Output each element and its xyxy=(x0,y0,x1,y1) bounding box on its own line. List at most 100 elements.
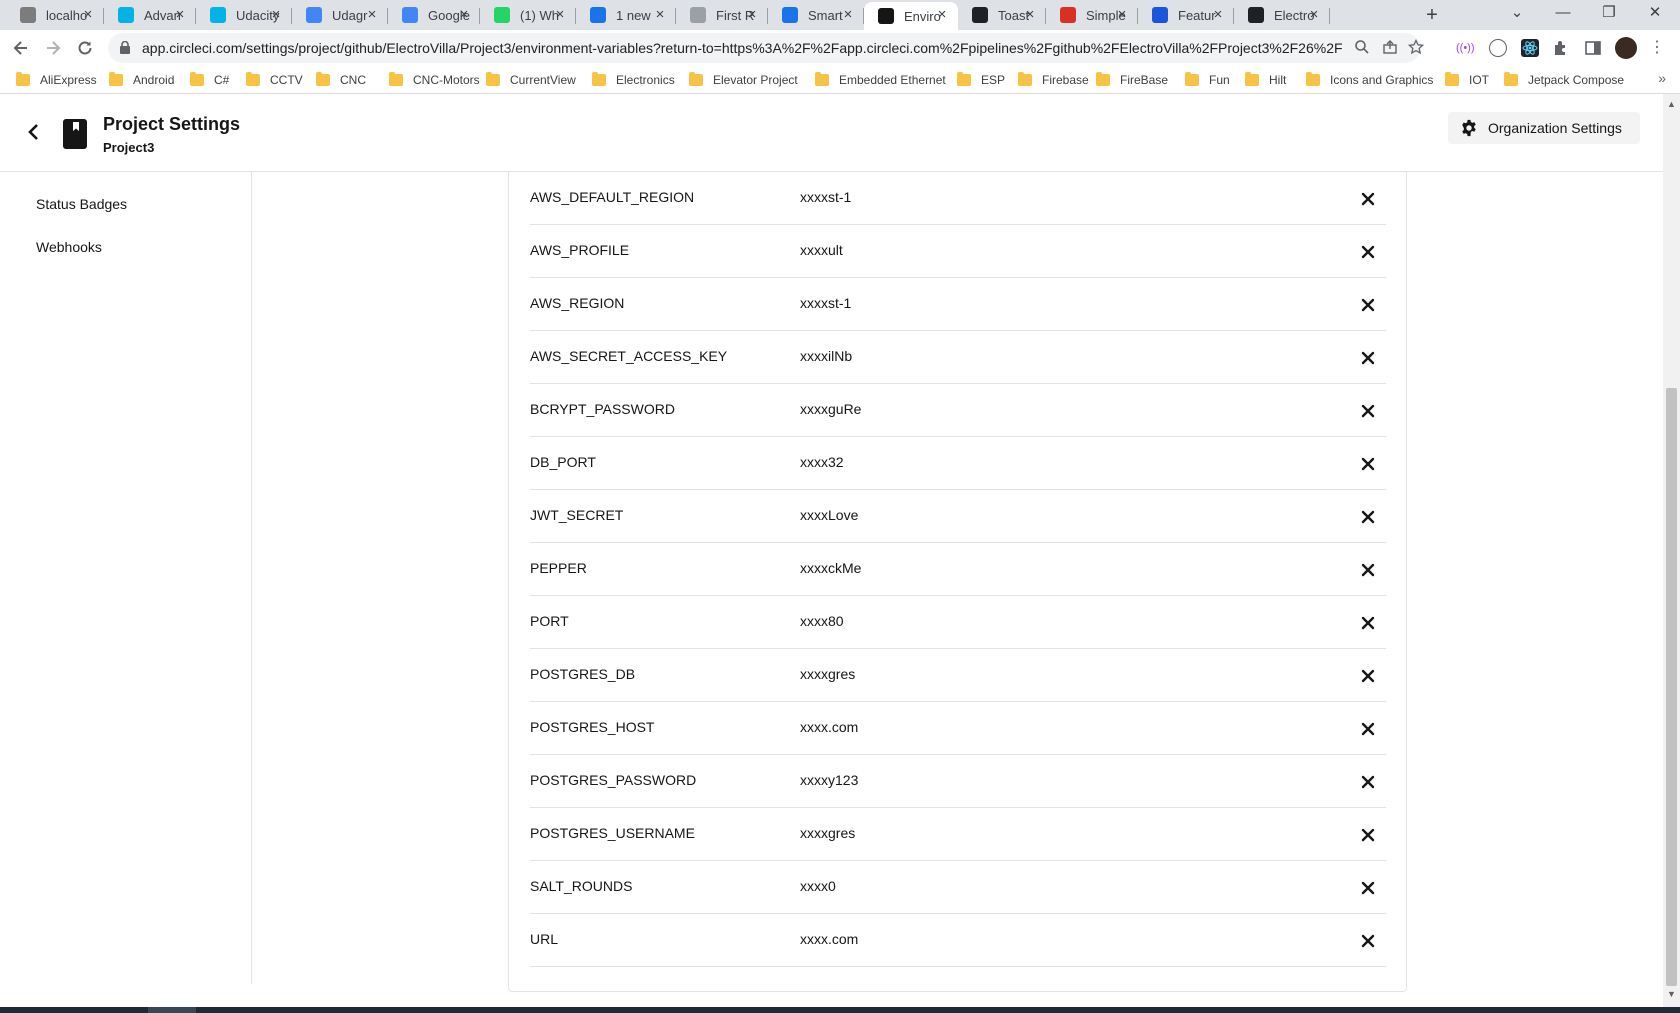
delete-icon[interactable] xyxy=(1358,772,1378,792)
browser-tab[interactable]: Udagr × xyxy=(292,2,388,28)
back-chevron-icon[interactable] xyxy=(22,120,46,144)
browser-tab[interactable]: Featur × xyxy=(1138,2,1234,28)
tab-close-icon[interactable]: × xyxy=(840,7,856,23)
browser-tab[interactable]: Toast × xyxy=(958,2,1046,28)
tab-close-icon[interactable]: × xyxy=(1022,7,1038,23)
tab-close-icon[interactable]: × xyxy=(268,7,284,23)
tab-close-icon[interactable]: × xyxy=(456,7,472,23)
organization-settings-button[interactable]: Organization Settings xyxy=(1448,112,1640,144)
page-title: Project Settings xyxy=(103,114,241,134)
bookmark-folder[interactable]: ESP xyxy=(957,71,1005,89)
delete-icon[interactable] xyxy=(1358,507,1378,527)
browser-tab[interactable]: Enviro × xyxy=(864,2,958,30)
bookmark-folder[interactable]: FireBase xyxy=(1096,71,1168,89)
tab-search-icon[interactable]: ⌄ xyxy=(1494,0,1540,30)
delete-icon[interactable] xyxy=(1358,189,1378,209)
tab-close-icon[interactable]: × xyxy=(652,7,668,23)
scrollbar-thumb[interactable] xyxy=(1666,388,1677,986)
delete-icon[interactable] xyxy=(1358,401,1378,421)
bookmark-star-icon[interactable] xyxy=(1406,38,1426,59)
delete-icon[interactable] xyxy=(1358,348,1378,368)
bookmark-folder[interactable]: IOT xyxy=(1445,71,1489,89)
tab-close-icon[interactable]: × xyxy=(744,7,760,23)
minimize-button[interactable]: — xyxy=(1540,0,1586,30)
chrome-web-icon xyxy=(306,7,322,23)
bookmark-folder[interactable]: Icons and Graphics xyxy=(1306,71,1433,89)
delete-icon[interactable] xyxy=(1358,666,1378,686)
env-var-value: xxxxst-1 xyxy=(800,189,852,205)
tab-close-icon[interactable]: × xyxy=(80,7,96,23)
tab-close-icon[interactable]: × xyxy=(172,7,188,23)
url-text[interactable]: app.circleci.com/settings/project/github… xyxy=(142,40,1342,56)
delete-icon[interactable] xyxy=(1358,613,1378,633)
bookmark-folder[interactable]: C# xyxy=(190,71,229,89)
avatar[interactable] xyxy=(1615,37,1637,59)
browser-tab[interactable]: Smart × xyxy=(768,2,864,28)
scroll-up-arrow-icon[interactable]: ▲ xyxy=(1663,98,1680,110)
bookmark-folder[interactable]: Firebase xyxy=(1018,71,1089,89)
tab-close-icon[interactable]: × xyxy=(934,7,950,23)
bookmarks-overflow-icon[interactable]: » xyxy=(1658,70,1666,86)
zoom-icon[interactable] xyxy=(1352,39,1372,59)
browser-tab[interactable]: Simple × xyxy=(1046,2,1138,28)
restore-button[interactable]: ❐ xyxy=(1586,0,1632,30)
delete-icon[interactable] xyxy=(1358,719,1378,739)
browser-tab[interactable]: (1) Wh × xyxy=(480,2,576,28)
delete-icon[interactable] xyxy=(1358,295,1378,315)
back-arrow-icon[interactable] xyxy=(8,35,34,61)
address-bar[interactable]: app.circleci.com/settings/project/github… xyxy=(108,33,1425,63)
delete-icon[interactable] xyxy=(1358,242,1378,262)
table-row: PORT xxxx80 xyxy=(530,596,1386,649)
tab-close-icon[interactable]: × xyxy=(1210,7,1226,23)
delete-icon[interactable] xyxy=(1358,931,1378,951)
taskbar-active-item xyxy=(148,1007,196,1013)
folder-icon xyxy=(1504,72,1518,86)
scroll-down-arrow-icon[interactable]: ▼ xyxy=(1663,988,1680,1000)
share-icon[interactable] xyxy=(1380,39,1400,59)
browser-tab[interactable]: Electro × xyxy=(1234,2,1330,28)
env-var-name: POSTGRES_HOST xyxy=(530,719,655,735)
browser-tab[interactable]: Advan × xyxy=(104,2,196,28)
tab-close-icon[interactable]: × xyxy=(552,7,568,23)
tab-close-icon[interactable]: × xyxy=(1114,7,1130,23)
sidebar-item-webhooks[interactable]: Webhooks xyxy=(36,239,102,255)
bookmark-folder[interactable]: Fun xyxy=(1185,71,1230,89)
bookmark-folder[interactable]: Hilt xyxy=(1245,71,1286,89)
browser-tab[interactable]: 1 new × xyxy=(576,2,676,28)
profile-extension-icon[interactable] xyxy=(1489,39,1507,57)
side-panel-icon[interactable] xyxy=(1584,39,1602,57)
delete-icon[interactable] xyxy=(1358,878,1378,898)
sidebar-item-status-badges[interactable]: Status Badges xyxy=(36,196,127,212)
bookmark-label: C# xyxy=(214,73,230,87)
table-row: AWS_REGION xxxxst-1 xyxy=(530,278,1386,331)
reload-icon[interactable] xyxy=(72,35,98,61)
bookmark-folder[interactable]: Embedded Ethernet xyxy=(815,71,946,89)
extensions-puzzle-icon[interactable] xyxy=(1552,39,1570,57)
bookmark-folder[interactable]: CNC xyxy=(316,71,366,89)
bookmark-folder[interactable]: CNC-Motors xyxy=(389,71,480,89)
bookmark-folder[interactable]: CCTV xyxy=(246,71,303,89)
browser-tab[interactable]: localho × xyxy=(6,2,104,28)
browser-tab[interactable]: Udacity × xyxy=(196,2,292,28)
browser-tab[interactable]: Google × xyxy=(388,2,480,28)
podcast-extension-icon[interactable]: ((•)) xyxy=(1456,39,1475,57)
browser-tab[interactable]: First R × xyxy=(676,2,768,28)
tab-close-icon[interactable]: × xyxy=(1306,7,1322,23)
bookmark-folder[interactable]: Electronics xyxy=(592,71,675,89)
table-row: SALT_ROUNDS xxxx0 xyxy=(530,861,1386,914)
browser-menu-icon[interactable]: ⋮ xyxy=(1648,39,1666,57)
bookmark-folder[interactable]: CurrentView xyxy=(486,71,576,89)
close-window-button[interactable]: ✕ xyxy=(1632,0,1678,30)
bookmark-folder[interactable]: Jetpack Compose xyxy=(1504,71,1624,89)
new-tab-button[interactable]: + xyxy=(1420,4,1444,26)
delete-icon[interactable] xyxy=(1358,825,1378,845)
bookmark-folder[interactable]: AliExpress xyxy=(16,71,97,89)
tab-close-icon[interactable]: × xyxy=(364,7,380,23)
forward-arrow-icon[interactable] xyxy=(40,35,66,61)
bookmark-folder[interactable]: Android xyxy=(109,71,174,89)
delete-icon[interactable] xyxy=(1358,560,1378,580)
delete-icon[interactable] xyxy=(1358,454,1378,474)
react-devtools-icon[interactable] xyxy=(1521,39,1539,57)
bookmark-folder[interactable]: Elevator Project xyxy=(689,71,798,89)
env-var-name: SALT_ROUNDS xyxy=(530,878,633,894)
